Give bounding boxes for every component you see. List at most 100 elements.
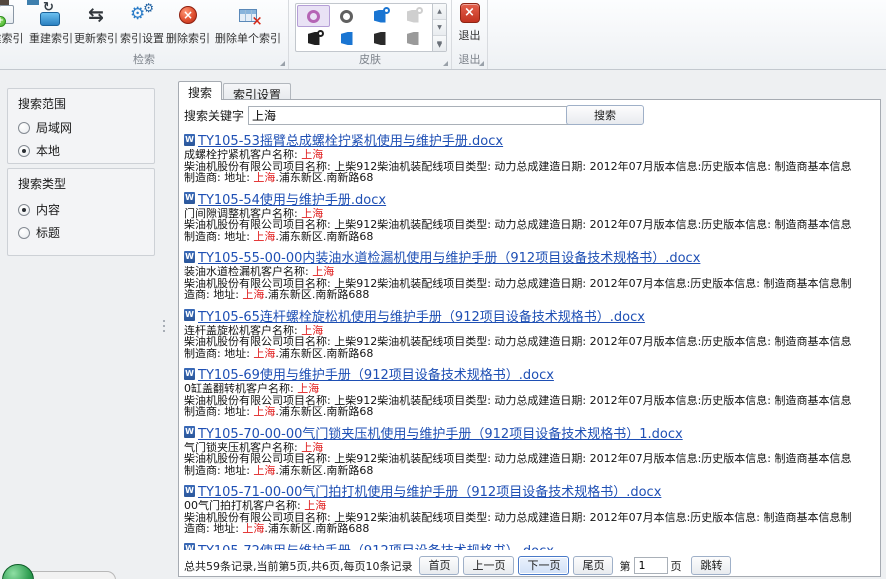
search-result: WTY105-70-00-00气门锁夹压机使用与维护手册（912项目设备技术规格… bbox=[184, 425, 872, 477]
result-title-row: WTY105-71-00-00气门拍打机使用与维护手册（912项目设备技术规格书… bbox=[184, 483, 872, 498]
update-index-icon: ⇆ bbox=[88, 5, 104, 25]
pagination-first-button[interactable]: 首页 bbox=[419, 556, 459, 575]
word-doc-icon: W bbox=[184, 426, 195, 438]
delete-single-index-button[interactable]: × 删除单个索引 bbox=[211, 1, 285, 46]
dialog-launcher-icon[interactable] bbox=[443, 61, 448, 66]
ribbon: + 建索引 ↻ 重建索引 ⇆ 更新索引 ⚙⚙ 索引设置 × 删除索引 bbox=[0, 0, 886, 70]
result-snippet-line: 柴油机股份有限公司项目名称: 上柴912柴油机装配线项目类型: 动力总成建造日期… bbox=[184, 161, 872, 173]
search-result: WTY105-55-00-00内装油水道检漏机使用与维护手册（912项目设备技术… bbox=[184, 249, 872, 301]
pagination-next-button[interactable]: 下一页 bbox=[518, 556, 569, 575]
result-link[interactable]: TY105-55-00-00内装油水道检漏机使用与维护手册（912项目设备技术规… bbox=[198, 247, 700, 266]
rebuild-index-icon: ↻ bbox=[40, 4, 62, 26]
radio-local[interactable]: 本地 bbox=[18, 142, 60, 159]
update-index-button[interactable]: ⇆ 更新索引 bbox=[73, 1, 119, 46]
result-title-row: WTY105-53摇臂总成螺栓拧紧机使用与维护手册.docx bbox=[184, 132, 872, 147]
ribbon-group-index: + 建索引 ↻ 重建索引 ⇆ 更新索引 ⚙⚙ 索引设置 × 删除索引 bbox=[0, 0, 289, 69]
radio-icon bbox=[18, 145, 30, 157]
pagination-summary: 总共59条记录,当前第5页,共6页,每页10条记录 bbox=[184, 558, 412, 574]
search-row: 搜索关键字 bbox=[184, 105, 581, 125]
skin-swatch[interactable] bbox=[330, 5, 363, 27]
result-title-row: WTY105-65连杆螺栓旋松机使用与维护手册（912项目设备技术规格书）.do… bbox=[184, 308, 872, 323]
ribbon-group-exit: × 退出 退出 bbox=[452, 0, 488, 69]
result-snippet-line: 制造商: 地址: 上海.浦东新区.南新路68 bbox=[184, 406, 872, 418]
radio-icon bbox=[18, 122, 30, 134]
skin-swatch[interactable] bbox=[363, 28, 396, 50]
green-orb-icon bbox=[2, 564, 34, 579]
groupbox-title: 搜索类型 bbox=[18, 175, 66, 192]
skin-theme-icon bbox=[407, 32, 419, 45]
delete-index-button[interactable]: × 删除索引 bbox=[165, 1, 211, 46]
gallery-scroll-up-icon[interactable]: ▲ bbox=[433, 4, 446, 20]
result-snippet-line: 制造商: 地址: 上海.浦东新区.南新路68 bbox=[184, 172, 872, 184]
word-doc-icon: W bbox=[184, 309, 195, 321]
result-link[interactable]: TY105-72使用与维护手册（912项目设备技术规格书）.docx bbox=[198, 540, 554, 551]
word-doc-icon: W bbox=[184, 368, 195, 380]
radio-title[interactable]: 标题 bbox=[18, 224, 60, 241]
result-snippet-line: 造商: 地址: 上海.浦东新区.南新路688 bbox=[184, 523, 872, 535]
result-snippet-line: 成螺栓拧紧机客户名称: 上海 bbox=[184, 149, 872, 161]
pagination-prev-button[interactable]: 上一页 bbox=[463, 556, 514, 575]
skin-theme-icon bbox=[307, 10, 320, 23]
result-snippet-line: 门间隙调整机客户名称: 上海 bbox=[184, 208, 872, 220]
radio-icon bbox=[18, 204, 30, 216]
search-result: WTY105-72使用与维护手册（912项目设备技术规格书）.docx bbox=[184, 542, 872, 551]
result-title-row: WTY105-54使用与维护手册.docx bbox=[184, 191, 872, 206]
result-title-row: WTY105-55-00-00内装油水道检漏机使用与维护手册（912项目设备技术… bbox=[184, 249, 872, 264]
page-number-input[interactable] bbox=[634, 557, 668, 574]
delete-single-index-icon: × bbox=[239, 9, 258, 23]
exit-button[interactable]: × 退出 bbox=[452, 0, 487, 43]
skin-swatch[interactable] bbox=[396, 28, 429, 50]
result-title-row: WTY105-70-00-00气门锁夹压机使用与维护手册（912项目设备技术规格… bbox=[184, 425, 872, 440]
tab-index-settings[interactable]: 索引设置 bbox=[223, 83, 291, 100]
rebuild-index-button[interactable]: ↻ 重建索引 bbox=[29, 1, 73, 46]
result-link[interactable]: TY105-71-00-00气门拍打机使用与维护手册（912项目设备技术规格书）… bbox=[198, 481, 661, 500]
sidebar-splitter[interactable] bbox=[162, 320, 166, 338]
search-result: WTY105-71-00-00气门拍打机使用与维护手册（912项目设备技术规格书… bbox=[184, 483, 872, 535]
clock-badge-icon bbox=[317, 30, 324, 37]
tab-search[interactable]: 搜索 bbox=[178, 81, 222, 100]
new-index-icon: + bbox=[0, 5, 16, 25]
skin-swatch[interactable] bbox=[330, 28, 363, 50]
skin-swatch[interactable] bbox=[396, 5, 429, 27]
result-link[interactable]: TY105-54使用与维护手册.docx bbox=[198, 189, 386, 208]
radio-content[interactable]: 内容 bbox=[18, 201, 60, 218]
dialog-launcher-icon[interactable] bbox=[280, 61, 285, 66]
result-snippet-line: 制造商: 地址: 上海.浦东新区.南新路68 bbox=[184, 348, 872, 360]
skin-theme-icon bbox=[374, 32, 386, 45]
result-link[interactable]: TY105-65连杆螺栓旋松机使用与维护手册（912项目设备技术规格书）.doc… bbox=[198, 306, 645, 325]
ribbon-group-label-index: 检索 bbox=[0, 51, 288, 67]
page-number-suffix: 页 bbox=[670, 558, 681, 574]
skin-gallery-scroll: ▲ ▼ ▬▼ bbox=[432, 4, 446, 51]
create-index-button[interactable]: + 建索引 bbox=[0, 1, 29, 46]
index-settings-button[interactable]: ⚙⚙ 索引设置 bbox=[119, 1, 165, 46]
result-link[interactable]: TY105-69使用与维护手册（912项目设备技术规格书）.docx bbox=[198, 364, 554, 383]
pagination-jump-button[interactable]: 跳转 bbox=[691, 556, 731, 575]
skin-swatch[interactable] bbox=[297, 5, 330, 27]
page-number-prefix: 第 bbox=[619, 558, 630, 574]
radio-icon bbox=[18, 227, 30, 239]
skin-swatch[interactable] bbox=[297, 28, 330, 50]
word-doc-icon: W bbox=[184, 543, 195, 550]
gallery-scroll-down-icon[interactable]: ▼ bbox=[433, 20, 446, 36]
result-snippet-line: 柴油机股份有限公司项目名称: 上柴912柴油机装配线项目类型: 动力总成建造日期… bbox=[184, 278, 872, 290]
skin-swatch[interactable] bbox=[363, 5, 396, 27]
search-input[interactable] bbox=[248, 106, 581, 125]
result-snippet-line: 造商: 地址: 上海.浦东新区.南新路688 bbox=[184, 289, 872, 301]
pagination-last-button[interactable]: 尾页 bbox=[573, 556, 613, 575]
search-result: WTY105-53摇臂总成螺栓拧紧机使用与维护手册.docx 成螺栓拧紧机客户名称… bbox=[184, 132, 872, 184]
result-link[interactable]: TY105-70-00-00气门锁夹压机使用与维护手册（912项目设备技术规格书… bbox=[198, 423, 683, 442]
search-scope-groupbox: 搜索范围 局域网 本地 bbox=[7, 88, 155, 164]
skin-gallery-cells bbox=[296, 4, 432, 51]
gallery-more-icon[interactable]: ▬▼ bbox=[433, 36, 446, 51]
result-link[interactable]: TY105-53摇臂总成螺栓拧紧机使用与维护手册.docx bbox=[198, 132, 503, 149]
search-result: WTY105-65连杆螺栓旋松机使用与维护手册（912项目设备技术规格书）.do… bbox=[184, 308, 872, 360]
ribbon-group-skins: ▲ ▼ ▬▼ 皮肤 bbox=[289, 0, 452, 69]
search-button[interactable]: 搜索 bbox=[566, 105, 644, 125]
search-result: WTY105-54使用与维护手册.docx门间隙调整机客户名称: 上海柴油机股份… bbox=[184, 191, 872, 243]
result-snippet-line: 柴油机股份有限公司项目名称: 上柴912柴油机装配线项目类型: 动力总成建造日期… bbox=[184, 512, 872, 524]
clock-badge-icon bbox=[383, 7, 390, 14]
dialog-launcher-icon[interactable] bbox=[479, 61, 484, 66]
radio-lan[interactable]: 局域网 bbox=[18, 119, 72, 136]
ribbon-group-label-skins: 皮肤 bbox=[289, 51, 451, 67]
tab-bar: 搜索 索引设置 bbox=[178, 81, 292, 100]
